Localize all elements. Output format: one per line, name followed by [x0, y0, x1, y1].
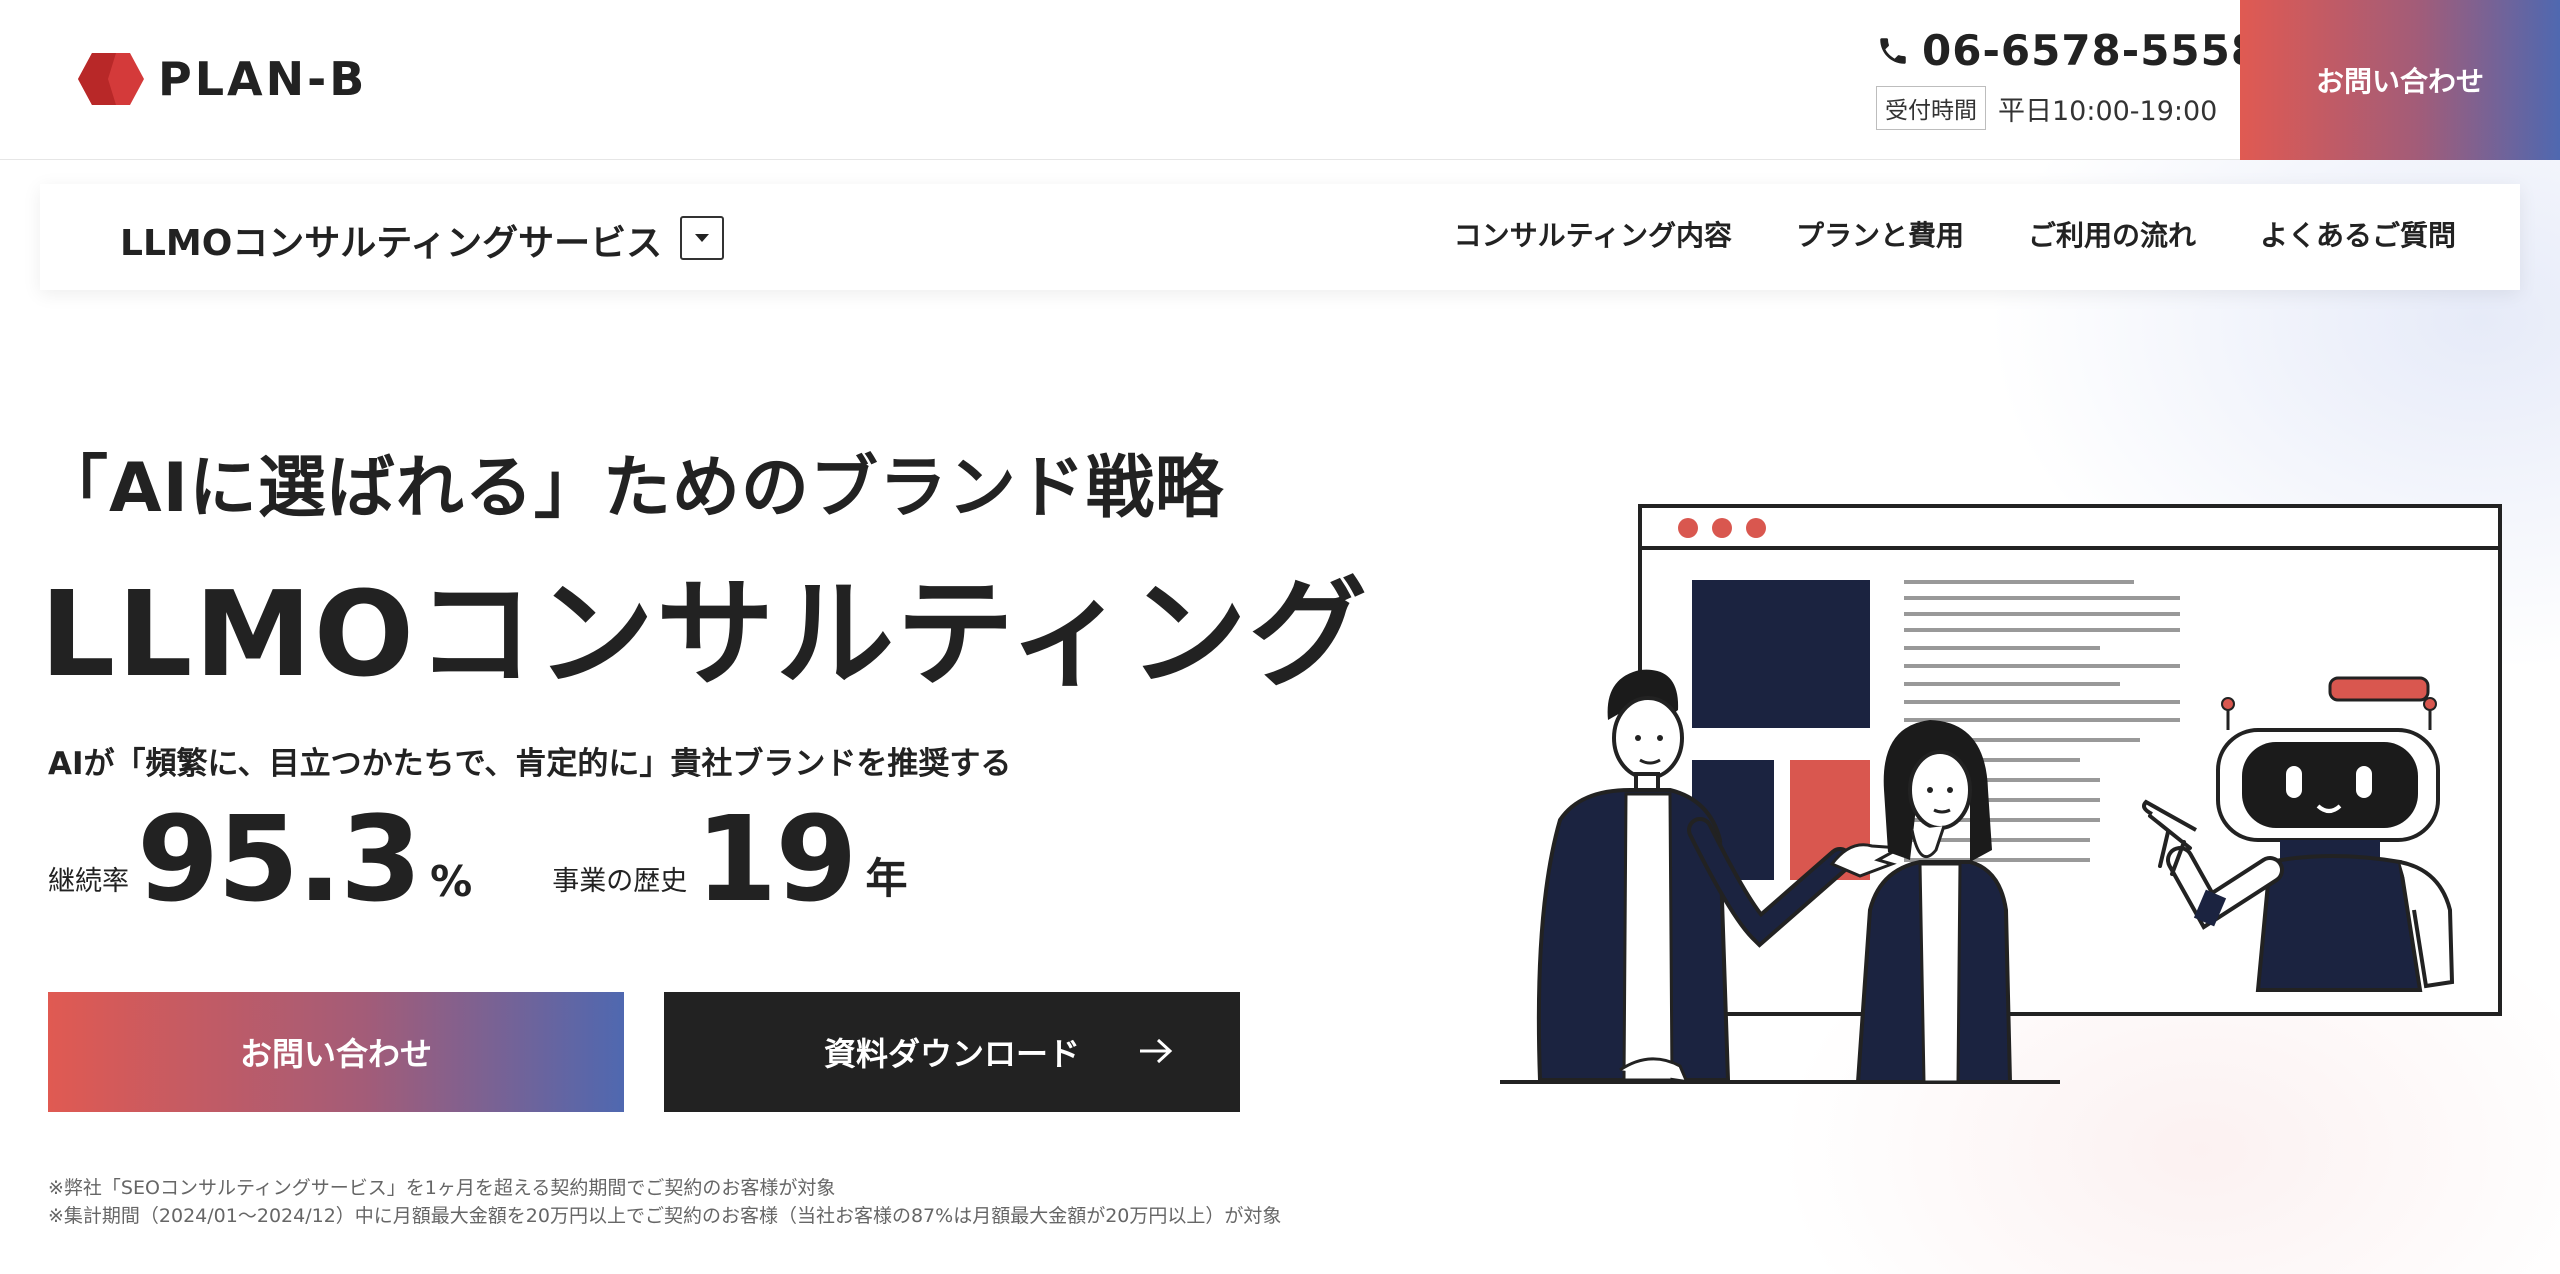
site-logo[interactable]: PLAN-B	[78, 52, 367, 106]
hero-subcopy: AIが「頻繁に、目立つかたちで、肯定的に」貴社ブランドを推奨する	[48, 746, 1012, 782]
hero-illustration	[1500, 504, 2502, 1084]
download-materials-button[interactable]: 資料ダウンロード	[664, 992, 1240, 1112]
stat-unit: %	[430, 857, 473, 906]
subnav-links: コンサルティング内容 プランと費用 ご利用の流れ よくあるご質問	[1390, 216, 2456, 256]
stat-retention: 継続率 95.3 %	[48, 800, 472, 918]
stat-value: 19	[695, 790, 857, 928]
nav-link-flow[interactable]: ご利用の流れ	[2028, 216, 2196, 256]
phone-icon	[1880, 37, 1906, 64]
hero-stats: 継続率 95.3 % 事業の歴史 19 年	[48, 800, 987, 918]
header-contact-button[interactable]: お問い合わせ	[2240, 0, 2560, 160]
phone-contact[interactable]: 06-6578-5558	[1876, 26, 2261, 75]
logo-text: PLAN-B	[158, 52, 368, 106]
stat-value: 95.3	[137, 790, 422, 928]
service-dropdown-toggle[interactable]	[680, 216, 724, 260]
logo-mark-icon	[78, 53, 144, 105]
hero-section: 「AIに選ばれる」ためのブランド戦略 LLMOコンサルティング AIが「頻繁に、…	[0, 290, 2560, 1274]
hero-contact-button[interactable]: お問い合わせ	[48, 992, 624, 1112]
footnotes: ※弊社「SEOコンサルティングサービス」を1ヶ月を超える契約期間でご契約のお客様…	[48, 1174, 1281, 1230]
dropdown-caret-icon	[695, 234, 709, 242]
hero-tagline: 「AIに選ばれる」ためのブランド戦略	[40, 449, 1224, 528]
footnote: ※弊社「SEOコンサルティングサービス」を1ヶ月を超える契約期間でご契約のお客様…	[48, 1177, 836, 1199]
stat-label: 事業の歴史	[552, 866, 688, 897]
phone-number: 06-6578-5558	[1922, 26, 2262, 75]
arrow-right-icon	[1140, 1038, 1173, 1064]
download-button-label: 資料ダウンロード	[823, 1035, 1080, 1073]
stat-history: 事業の歴史 19 年	[552, 800, 907, 918]
stat-label: 継続率	[48, 866, 129, 897]
footnote: ※集計期間（2024/01〜2024/12）中に月額最大金額を20万円以上でご契…	[48, 1205, 1282, 1227]
business-hours: 受付時間 平日10:00-19:00	[1876, 86, 2217, 130]
hours-label: 受付時間	[1876, 86, 1986, 130]
hours-value: 平日10:00-19:00	[1998, 95, 2218, 127]
hero-headline: LLMOコンサルティング	[40, 565, 1370, 703]
nav-link-consulting-content[interactable]: コンサルティング内容	[1454, 216, 1732, 256]
nav-link-faq[interactable]: よくあるご質問	[2260, 216, 2456, 256]
site-header: PLAN-B 06-6578-5558 受付時間 平日10:00-19:00 お…	[0, 0, 2560, 160]
nav-link-plans-pricing[interactable]: プランと費用	[1796, 216, 1964, 256]
stat-unit: 年	[865, 854, 908, 903]
service-title: LLMOコンサルティングサービス	[120, 223, 663, 264]
service-subnav: LLMOコンサルティングサービス コンサルティング内容 プランと費用 ご利用の流…	[40, 184, 2520, 290]
